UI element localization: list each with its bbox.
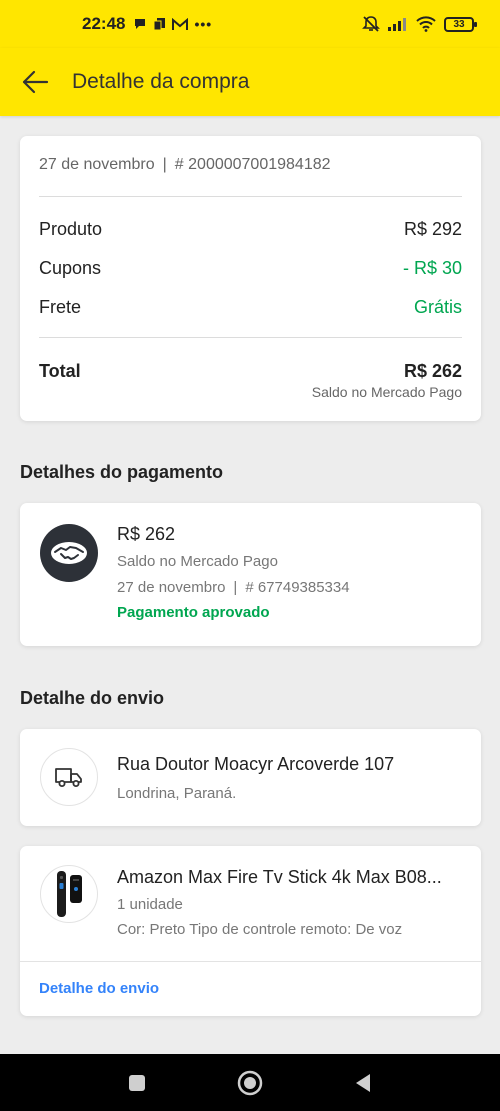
order-number: # 2000007001984182	[174, 156, 331, 173]
row-label: Frete	[39, 297, 82, 317]
row-value: R$ 292	[403, 219, 462, 239]
handshake-icon	[51, 542, 87, 564]
gmail-icon	[172, 17, 189, 30]
product-card: Amazon Max Fire Tv Stick 4k Max B08... 1…	[20, 846, 481, 1016]
total-label: Total	[39, 361, 81, 381]
total-payment-method: Saldo no Mercado Pago	[311, 384, 462, 400]
square-icon	[128, 1074, 145, 1091]
app-bar: Detalhe da compra	[0, 48, 500, 116]
payment-avatar	[40, 524, 98, 582]
back-button[interactable]	[0, 48, 70, 116]
wifi-icon	[416, 16, 436, 32]
system-nav-bar	[0, 1054, 500, 1111]
payment-card[interactable]: R$ 262 Saldo no Mercado Pago 27 de novem…	[20, 503, 481, 646]
address-card: Rua Doutor Moacyr Arcoverde 107 Londrina…	[20, 729, 481, 826]
signal-icon	[388, 18, 406, 31]
home-button[interactable]	[230, 1063, 270, 1103]
payment-status: Pagamento aprovado	[117, 604, 270, 621]
purchase-summary-card: 27 de novembro | # 2000007001984182 Produt…	[20, 136, 481, 421]
shipping-section-title: Detalhe do envio	[20, 688, 165, 708]
truck-icon	[55, 768, 82, 787]
summary-row-total: Total R$ 262	[39, 361, 462, 382]
divider	[39, 196, 462, 197]
row-label: Cupons	[39, 258, 102, 278]
divider	[39, 337, 462, 338]
copy-icon	[153, 18, 166, 31]
row-value: - R$ 30	[402, 258, 462, 278]
product-thumbnail	[40, 865, 98, 923]
bell-muted-icon	[362, 16, 380, 32]
row-value: Grátis	[413, 297, 462, 317]
product-quantity: 1 unidade	[117, 896, 183, 913]
payment-meta: 27 de novembro | # 67749385334	[117, 579, 465, 596]
notification-icons: •••	[133, 16, 212, 32]
divider	[20, 961, 481, 962]
payment-details: R$ 262 Saldo no Mercado Pago 27 de novem…	[117, 524, 465, 621]
circle-icon	[237, 1070, 263, 1095]
summary-row-product: Produto R$ 292	[39, 219, 462, 240]
meta-separator: |	[233, 579, 238, 596]
summary-row-coupons: Cupons - R$ 30	[39, 258, 462, 279]
total-value: R$ 262	[403, 361, 462, 381]
status-time: 22:48	[82, 14, 126, 33]
back-nav-button[interactable]	[343, 1063, 383, 1103]
triangle-back-icon	[356, 1073, 371, 1092]
delivery-avatar	[40, 748, 98, 806]
address-details: Rua Doutor Moacyr Arcoverde 107 Londrina…	[117, 754, 465, 802]
payment-amount: R$ 262	[117, 524, 176, 544]
order-meta: 27 de novembro | # 2000007001984182	[39, 156, 331, 174]
status-right: 33	[362, 15, 477, 33]
battery-icon: 33	[444, 16, 477, 32]
address-city: Londrina, Paraná.	[117, 785, 237, 802]
payment-method: Saldo no Mercado Pago	[117, 553, 278, 570]
order-date: 27 de novembro	[39, 156, 155, 173]
page-title: Detalhe da compra	[72, 70, 250, 93]
row-label: Produto	[39, 219, 103, 239]
payment-section-title: Detalhes do pagamento	[20, 462, 224, 482]
arrow-left-icon	[22, 70, 49, 94]
address-street: Rua Doutor Moacyr Arcoverde 107	[117, 754, 395, 774]
shipping-detail-link[interactable]: Detalhe do envio	[39, 980, 159, 997]
fire-stick-product-image	[57, 871, 82, 917]
product-variation: Cor: Preto Tipo de controle remoto: De v…	[117, 921, 403, 938]
product-title: Amazon Max Fire Tv Stick 4k Max B08...	[117, 867, 442, 887]
payment-date: 27 de novembro	[117, 579, 226, 596]
more-dots-icon: •••	[194, 16, 213, 32]
meta-separator: |	[162, 156, 167, 173]
chat-bubble-icon	[135, 19, 146, 29]
status-bar: 22:48 ••• 33	[0, 0, 500, 48]
summary-row-shipping: Frete Grátis	[39, 297, 462, 318]
payment-operation-number: # 67749385334	[245, 579, 350, 596]
recents-button[interactable]	[117, 1063, 157, 1103]
product-details: Amazon Max Fire Tv Stick 4k Max B08... 1…	[117, 867, 465, 938]
